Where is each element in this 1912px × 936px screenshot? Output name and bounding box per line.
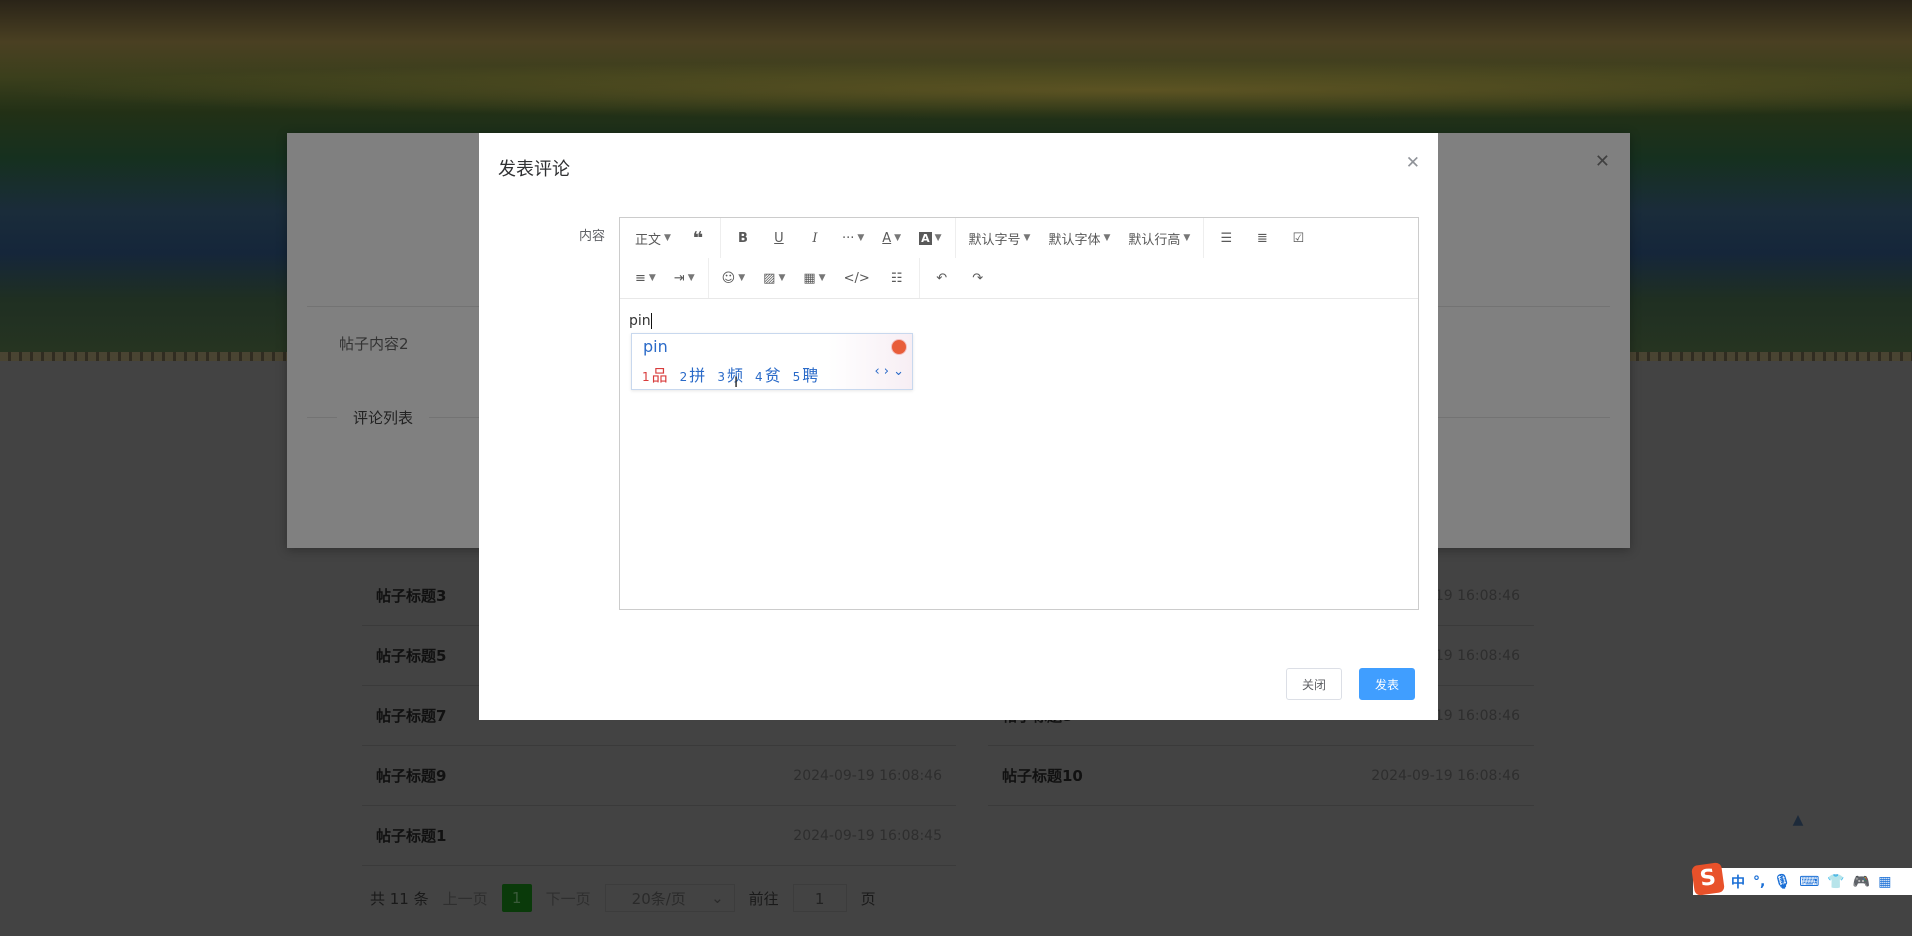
underline-icon[interactable]: U: [761, 223, 797, 253]
list-item[interactable]: 帖子标题9 2024-09-19 16:08:46: [362, 746, 956, 806]
font-family-value: 默认字体: [1048, 232, 1101, 248]
font-family-dropdown[interactable]: 默认字体 ▼: [1039, 223, 1119, 253]
text-cursor-icon: I: [734, 375, 739, 391]
post-title: 帖子标题3: [376, 587, 447, 605]
sogou-mascot-icon: [891, 339, 907, 355]
post-title: 帖子标题10: [1002, 767, 1083, 785]
indent-icon[interactable]: ⇥ ▼: [665, 263, 704, 293]
post-date: 2024-09-19 16:08:46: [1371, 767, 1520, 784]
quote-icon[interactable]: ❝: [680, 223, 716, 253]
bulleted-list-icon[interactable]: ☰: [1208, 223, 1244, 253]
ime-candidate-popup: pin 1品 2拼 3频 4贫 5聘 ‹ › ⌄: [631, 333, 913, 390]
page-size-value: 20条/页: [631, 889, 686, 908]
skin-shirt-icon[interactable]: 👕: [1827, 874, 1844, 890]
more-format-icon[interactable]: ··· ▼: [833, 223, 873, 253]
pagination-total: 共 11 条: [370, 889, 429, 908]
next-page-button[interactable]: 下一页: [546, 888, 591, 909]
punctuation-icon[interactable]: °,: [1753, 874, 1765, 890]
ime-candidate[interactable]: 4贫: [755, 362, 781, 386]
sogou-logo-icon[interactable]: S: [1691, 862, 1725, 896]
dialog-title: 发表评论: [498, 159, 570, 180]
post-title: 帖子标题5: [376, 647, 447, 665]
page-1-button[interactable]: 1: [501, 884, 532, 912]
code-icon[interactable]: </>: [835, 263, 879, 293]
redo-icon[interactable]: ↷: [960, 263, 996, 293]
image-icon[interactable]: ▨ ▼: [754, 263, 794, 293]
page-unit-label: 页: [860, 889, 876, 908]
close-icon[interactable]: ✕: [1406, 153, 1420, 173]
goto-page-input[interactable]: 1: [792, 884, 847, 912]
keyboard-icon[interactable]: ⌨: [1799, 874, 1819, 890]
heading-dropdown[interactable]: 正文 ▼: [626, 223, 680, 253]
ime-page-nav-icon[interactable]: ‹ › ⌄: [874, 364, 904, 379]
editor-toolbar: 正文 ▼ ❝ B U I ··· ▼ A ▼ A ▼ 默认字号 ▼ 默认字体 ▼ 默认行高 ▼…: [620, 218, 1418, 299]
post-date: 2024-09-19 16:08:45: [793, 827, 942, 844]
list-item[interactable]: 帖子标题10 2024-09-19 16:08:46: [988, 746, 1534, 806]
gamepad-icon[interactable]: 🎮: [1853, 874, 1870, 890]
font-size-dropdown[interactable]: 默认字号 ▼: [960, 223, 1040, 253]
undo-icon[interactable]: ↶: [924, 263, 960, 293]
back-to-top-button[interactable]: ▲: [1782, 804, 1814, 836]
bold-icon[interactable]: B: [725, 223, 761, 253]
emoji-icon[interactable]: ☺ ▼: [713, 263, 754, 293]
rich-text-editor: 正文 ▼ ❝ B U I ··· ▼ A ▼ A ▼ 默认字号 ▼ 默认字体 ▼ 默认行高 ▼…: [619, 217, 1419, 610]
submit-button[interactable]: 发表: [1359, 668, 1416, 700]
ime-mode-toggle[interactable]: 中: [1731, 872, 1745, 892]
chevron-down-icon: ⌄: [711, 889, 724, 907]
prev-page-button[interactable]: 上一页: [443, 888, 488, 909]
todo-checkbox-icon[interactable]: ☑: [1280, 223, 1316, 253]
font-color-icon[interactable]: A ▼: [873, 223, 910, 253]
goto-label: 前往: [748, 889, 779, 908]
post-content: 帖子内容2: [339, 335, 409, 353]
pagination: 共 11 条 上一页 1 下一页 20条/页 ⌄ 前往 1 页: [370, 884, 876, 912]
ime-composition: pin: [643, 337, 668, 356]
ime-toolbar: S 中 °, 🎙 ⌨ 👕 🎮 ▦: [1691, 862, 1912, 896]
divider-icon[interactable]: ☷: [879, 263, 915, 293]
background-color-icon[interactable]: A ▼: [910, 223, 950, 253]
list-item[interactable]: 帖子标题1 2024-09-19 16:08:45: [362, 806, 956, 866]
content-label: 内容: [579, 229, 606, 244]
font-size-value: 默认字号: [968, 232, 1021, 248]
ime-candidate[interactable]: 1品: [642, 362, 668, 386]
post-title: 帖子标题9: [376, 767, 447, 785]
post-title: 帖子标题7: [376, 707, 447, 725]
numbered-list-icon[interactable]: ≣: [1244, 223, 1280, 253]
ime-candidate[interactable]: 5聘: [793, 362, 819, 386]
toolbox-grid-icon[interactable]: ▦: [1878, 874, 1891, 890]
line-height-value: 默认行高: [1128, 232, 1181, 248]
italic-icon[interactable]: I: [797, 223, 833, 253]
heading-value: 正文: [635, 232, 662, 248]
comment-dialog: 发表评论 ✕ 内容 正文 ▼ ❝ B U I ··· ▼ A ▼ A ▼ 默认字号 ▼ 默…: [479, 133, 1438, 720]
table-icon[interactable]: ▦ ▼: [794, 263, 834, 293]
close-icon[interactable]: ✕: [1595, 151, 1610, 172]
ime-candidate[interactable]: 3频: [717, 362, 743, 386]
caret-up-icon: ▲: [1792, 812, 1804, 828]
page-size-select[interactable]: 20条/页 ⌄: [604, 884, 735, 912]
editor-content-area[interactable]: pin pin 1品 2拼 3频 4贫 5聘 ‹ › ⌄ I: [620, 299, 1418, 609]
close-button[interactable]: 关闭: [1286, 668, 1343, 700]
editor-text: pin: [629, 313, 651, 329]
comments-heading: 评论列表: [337, 407, 430, 428]
line-height-dropdown[interactable]: 默认行高 ▼: [1119, 223, 1199, 253]
post-title: 帖子标题1: [376, 827, 447, 845]
post-date: 2024-09-19 16:08:46: [793, 767, 942, 784]
microphone-icon[interactable]: 🎙: [1773, 874, 1791, 890]
align-icon[interactable]: ≡ ▼: [626, 263, 665, 293]
ime-candidate[interactable]: 2拼: [680, 362, 706, 386]
